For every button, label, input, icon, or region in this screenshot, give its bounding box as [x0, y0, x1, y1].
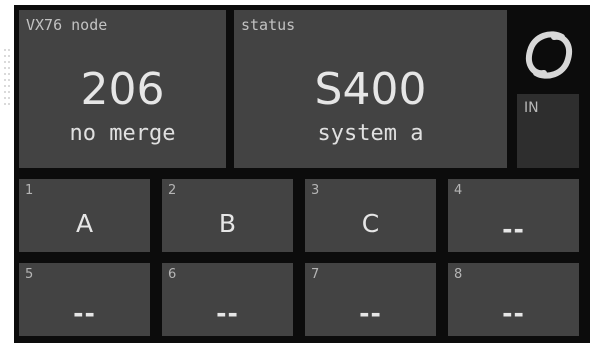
- node-number: 206: [80, 64, 165, 115]
- brand-logo-icon: [526, 31, 572, 79]
- slot-3[interactable]: 3 C: [305, 179, 436, 252]
- slot-5[interactable]: 5 --: [19, 263, 150, 336]
- slot-2[interactable]: 2 B: [162, 179, 293, 252]
- slot-number: 5: [25, 267, 34, 282]
- status-panel-title: status: [241, 16, 296, 34]
- slot-value: --: [73, 299, 96, 328]
- slot-1[interactable]: 1 A: [19, 179, 150, 252]
- slot-number: 3: [311, 183, 320, 198]
- slot-7[interactable]: 7 --: [305, 263, 436, 336]
- device-screen: VX76 node 206 no merge status S400 syste…: [14, 5, 590, 343]
- status-system: system a: [317, 121, 424, 146]
- slot-8[interactable]: 8 --: [448, 263, 579, 336]
- status-code: S400: [314, 64, 427, 115]
- node-merge-status: no merge: [69, 121, 176, 146]
- slot-value: B: [218, 209, 237, 238]
- slot-number: 6: [168, 267, 177, 282]
- slot-value: A: [75, 209, 94, 238]
- slot-number: 8: [454, 267, 463, 282]
- slot-number: 7: [311, 267, 320, 282]
- grip-dots-icon: [4, 49, 10, 105]
- slot-value: --: [502, 299, 525, 328]
- slot-value: --: [359, 299, 382, 328]
- input-indicator: IN: [517, 94, 579, 168]
- status-panel: status S400 system a: [234, 10, 507, 168]
- node-panel-title: VX76 node: [26, 16, 108, 34]
- slot-value: C: [361, 209, 380, 238]
- slot-6[interactable]: 6 --: [162, 263, 293, 336]
- slot-number: 4: [454, 183, 463, 198]
- slot-number: 2: [168, 183, 177, 198]
- input-indicator-label: IN: [524, 100, 539, 116]
- slot-value: --: [216, 299, 239, 328]
- node-panel: VX76 node 206 no merge: [19, 10, 226, 168]
- slot-value: --: [502, 215, 525, 244]
- slot-number: 1: [25, 183, 34, 198]
- slot-4[interactable]: 4 --: [448, 179, 579, 252]
